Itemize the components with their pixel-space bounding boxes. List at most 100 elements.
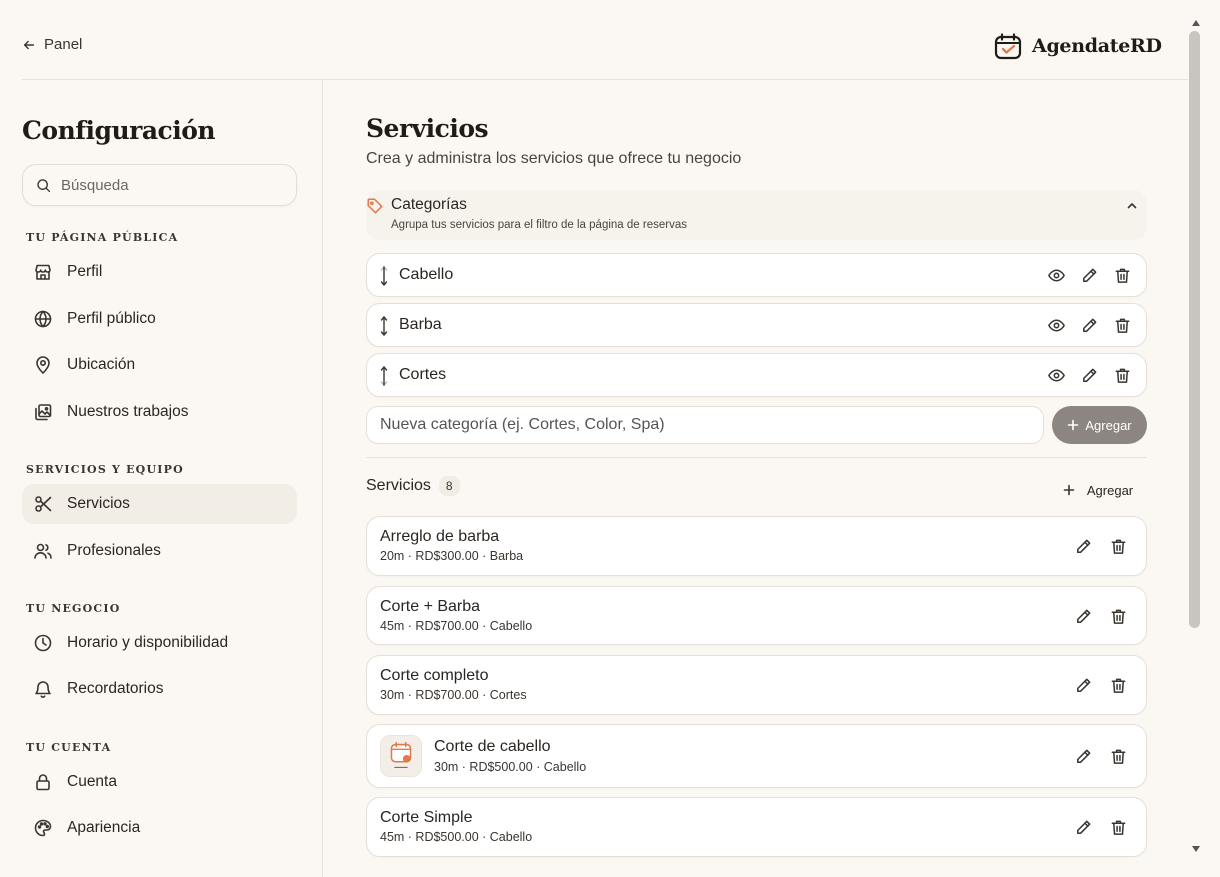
reorder-arrows-icon[interactable] [377, 314, 391, 338]
scrollbar-thumb[interactable] [1189, 31, 1200, 628]
scroll-up-arrow-icon[interactable] [1191, 19, 1201, 27]
scroll-down-arrow-icon[interactable] [1191, 845, 1201, 853]
category-name: Cabello [399, 266, 454, 283]
eye-icon [1048, 369, 1065, 382]
toggle-visibility-button[interactable] [1047, 316, 1066, 335]
pencil-icon [1083, 368, 1097, 382]
storefront-icon [35, 264, 51, 280]
lock-icon [36, 774, 50, 791]
users-icon [34, 543, 52, 559]
service-card[interactable]: Corte Simple 45m · RD$500.00 · Cabello [366, 797, 1147, 857]
service-card[interactable]: Corte + Barba 45m · RD$700.00 · Cabello [366, 586, 1147, 645]
service-card[interactable]: Arreglo de barba 20m · RD$300.00 · Barba [366, 516, 1147, 576]
edit-service-button[interactable] [1074, 537, 1093, 556]
trash-icon [1111, 749, 1126, 764]
brand-logo[interactable]: AgendateRD [994, 32, 1162, 60]
edit-service-button[interactable] [1074, 818, 1093, 837]
eye-icon [1048, 319, 1065, 332]
edit-service-button[interactable] [1074, 607, 1093, 626]
sidebar-item-perfil-publico[interactable]: Perfil público [22, 299, 297, 339]
palette-icon [34, 819, 52, 837]
images-icon [35, 404, 52, 421]
pencil-icon [1077, 820, 1091, 834]
tag-icon [367, 198, 383, 214]
delete-service-button[interactable] [1109, 607, 1128, 626]
category-name: Barba [399, 316, 442, 333]
sidebar-item-ubicacion[interactable]: Ubicación [22, 345, 297, 385]
sidebar-item-horario[interactable]: Horario y disponibilidad [22, 623, 297, 663]
sidebar-item-servicios[interactable]: Servicios [22, 484, 297, 524]
sidebar-item-label: Cuenta [67, 773, 117, 790]
service-card[interactable]: Corte completo 30m · RD$700.00 · Cortes [366, 655, 1147, 715]
pencil-icon [1077, 678, 1091, 692]
sidebar-item-label: Ubicación [67, 356, 136, 373]
service-name: Corte completo [380, 667, 489, 684]
service-meta: 30m · RD$700.00 · Cortes [380, 688, 527, 702]
sidebar-item-nuestros-trabajos[interactable]: Nuestros trabajos [22, 392, 297, 432]
services-header: Servicios 8 [366, 476, 460, 496]
sidebar-item-profesionales[interactable]: Profesionales [22, 531, 297, 571]
sidebar-item-label: Nuestros trabajos [67, 403, 189, 420]
page-subtitle: Crea y administra los servicios que ofre… [366, 150, 742, 167]
search-icon [37, 178, 51, 192]
new-category-input[interactable] [380, 416, 1020, 434]
category-row[interactable]: Cabello [366, 253, 1147, 297]
settings-sidebar: Configuración Tu página pública Perfil P… [0, 80, 323, 877]
category-row[interactable]: Cortes [366, 353, 1147, 397]
edit-service-button[interactable] [1074, 676, 1093, 695]
delete-category-button[interactable] [1113, 266, 1132, 285]
sidebar-item-cuenta[interactable]: Cuenta [22, 762, 297, 802]
edit-category-button[interactable] [1080, 266, 1099, 285]
delete-service-button[interactable] [1109, 747, 1128, 766]
top-bar: Panel AgendateRD [0, 0, 1188, 80]
trash-icon [1115, 268, 1130, 283]
service-name: Corte + Barba [380, 598, 481, 615]
search-box[interactable] [22, 164, 297, 206]
sidebar-item-perfil[interactable]: Perfil [22, 252, 297, 292]
edit-service-button[interactable] [1074, 747, 1093, 766]
bell-icon [35, 681, 51, 698]
map-pin-icon [36, 356, 50, 374]
add-service-button[interactable]: Agregar [1049, 474, 1147, 506]
categories-accordion-header[interactable]: Categorías Agrupa tus servicios para el … [366, 190, 1147, 240]
chevron-up-icon[interactable] [1125, 199, 1139, 213]
sidebar-item-recordatorios[interactable]: Recordatorios [22, 669, 297, 709]
plus-icon [1068, 419, 1079, 431]
service-card[interactable]: Corte de cabello 30m · RD$500.00 · Cabel… [366, 724, 1147, 788]
clock-icon [34, 634, 52, 652]
section-divider [366, 457, 1147, 458]
service-meta: 45m · RD$500.00 · Cabello [380, 830, 533, 844]
globe-icon [34, 310, 52, 328]
page-scrollbar[interactable] [1188, 0, 1220, 877]
reorder-arrows-icon[interactable] [377, 264, 391, 288]
delete-service-button[interactable] [1109, 676, 1128, 695]
edit-category-button[interactable] [1080, 366, 1099, 385]
service-thumbnail [380, 735, 422, 777]
category-row[interactable]: Barba [366, 303, 1147, 347]
trash-icon [1111, 609, 1126, 624]
service-meta: 30m · RD$500.00 · Cabello [434, 760, 587, 774]
search-input[interactable] [61, 176, 281, 194]
plus-icon [1063, 484, 1075, 496]
toggle-visibility-button[interactable] [1047, 366, 1066, 385]
new-category-field[interactable] [366, 406, 1044, 444]
arrow-left-icon [23, 40, 35, 49]
trash-icon [1111, 539, 1126, 554]
delete-service-button[interactable] [1109, 818, 1128, 837]
edit-category-button[interactable] [1080, 316, 1099, 335]
delete-category-button[interactable] [1113, 316, 1132, 335]
delete-service-button[interactable] [1109, 537, 1128, 556]
calendar-check-logo-icon [994, 33, 1022, 60]
toggle-visibility-button[interactable] [1047, 266, 1066, 285]
reorder-arrows-icon[interactable] [377, 364, 391, 388]
add-category-label: Agregar [1085, 417, 1132, 433]
sidebar-item-apariencia[interactable]: Apariencia [22, 808, 297, 848]
service-meta: 20m · RD$300.00 · Barba [380, 549, 524, 563]
delete-category-button[interactable] [1113, 366, 1132, 385]
pencil-icon [1077, 749, 1091, 763]
sidebar-item-label: Apariencia [67, 819, 141, 836]
page-title: Servicios [366, 114, 489, 143]
trash-icon [1111, 678, 1126, 693]
back-to-panel-link[interactable]: Panel [22, 36, 82, 53]
add-category-button[interactable]: Agregar [1052, 406, 1147, 444]
